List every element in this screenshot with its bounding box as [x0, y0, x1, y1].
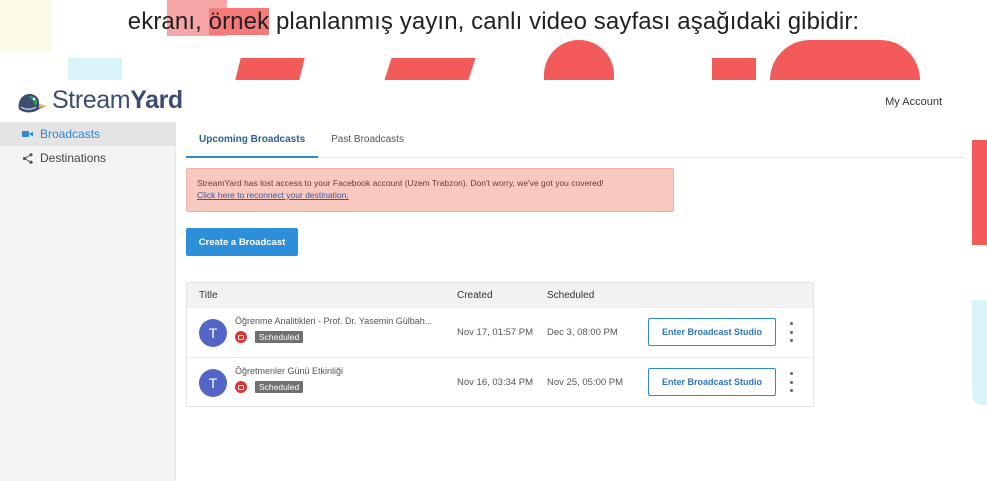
enter-broadcast-studio-button[interactable]: Enter Broadcast Studio: [648, 318, 776, 346]
table-header: Title Created Scheduled: [187, 283, 813, 307]
broadcast-title: Öğretmenler Günü Etkinliği: [235, 366, 344, 376]
avatar: T: [199, 369, 227, 397]
avatar: T: [199, 319, 227, 347]
created-date: Nov 17, 01:57 PM: [457, 327, 534, 338]
sidebar-item-destinations[interactable]: Destinations: [0, 146, 175, 170]
background-shape: [712, 58, 756, 80]
brand-name-bold: Yard: [130, 86, 183, 114]
status-badge: Scheduled: [255, 381, 304, 393]
streamyard-app: StreamYard My Account Broadcasts Destina…: [0, 80, 972, 481]
alert-message: StreamYard has lost access to your Faceb…: [197, 178, 604, 188]
reconnect-destination-link[interactable]: Click here to reconnect your destination…: [197, 190, 349, 200]
tab-upcoming-broadcasts[interactable]: Upcoming Broadcasts: [186, 130, 319, 158]
background-shape: [972, 140, 987, 245]
sidebar-item-label: Broadcasts: [40, 127, 101, 141]
duck-logo-icon: [18, 93, 47, 112]
status-badge: Scheduled: [255, 331, 304, 343]
background-shape: [384, 58, 476, 80]
background-shape: [972, 300, 987, 405]
background-shape: [544, 40, 614, 80]
caption-highlight: örnek: [208, 8, 270, 35]
scheduled-date: Dec 3, 08:00 PM: [547, 327, 618, 338]
tab-past-broadcasts[interactable]: Past Broadcasts: [318, 130, 417, 158]
created-date: Nov 16, 03:34 PM: [457, 377, 534, 388]
youtube-icon: [235, 381, 247, 393]
sidebar-item-label: Destinations: [40, 151, 107, 165]
broadcast-title: Öğrenme Analitikleri - Prof. Dr. Yasemin…: [235, 316, 433, 326]
background-shape: [68, 58, 122, 80]
enter-broadcast-studio-button[interactable]: Enter Broadcast Studio: [648, 368, 776, 396]
column-header-title: Title: [199, 290, 218, 301]
scheduled-date: Nov 25, 05:00 PM: [547, 377, 624, 388]
more-options-icon[interactable]: [790, 322, 794, 342]
column-header-created: Created: [457, 290, 493, 301]
more-options-icon[interactable]: [790, 372, 794, 392]
sidebar-item-broadcasts[interactable]: Broadcasts: [0, 122, 175, 146]
column-header-scheduled: Scheduled: [547, 290, 595, 301]
brand-name: StreamYard: [52, 86, 183, 115]
my-account-link[interactable]: My Account: [885, 96, 942, 108]
reconnect-alert: StreamYard has lost access to your Faceb…: [186, 168, 674, 212]
table-row: T Öğretmenler Günü Etkinliği Scheduled N…: [187, 357, 813, 407]
streamyard-logo[interactable]: StreamYard: [15, 86, 183, 115]
top-bar: StreamYard My Account: [0, 80, 972, 122]
video-camera-icon: [22, 130, 40, 138]
background-shape: [770, 40, 920, 80]
document-caption: ekranı, örnek planlanmış yayın, canlı vi…: [0, 8, 987, 36]
sidebar: Broadcasts Destinations: [0, 122, 176, 481]
main-content: Upcoming Broadcasts Past Broadcasts Stre…: [176, 122, 972, 481]
share-icon: [22, 152, 40, 164]
broadcasts-table: Title Created Scheduled T Öğrenme Analit…: [186, 282, 814, 407]
youtube-icon: [235, 331, 247, 343]
caption-text: planlanmış yayın, canlı video sayfası aş…: [269, 8, 860, 35]
table-row: T Öğrenme Analitikleri - Prof. Dr. Yasem…: [187, 307, 813, 357]
brand-name-light: Stream: [52, 86, 131, 114]
caption-text: ekranı,: [127, 8, 209, 35]
create-broadcast-button[interactable]: Create a Broadcast: [186, 228, 298, 256]
broadcast-tabs: Upcoming Broadcasts Past Broadcasts: [186, 130, 964, 158]
background-shape: [235, 58, 305, 80]
